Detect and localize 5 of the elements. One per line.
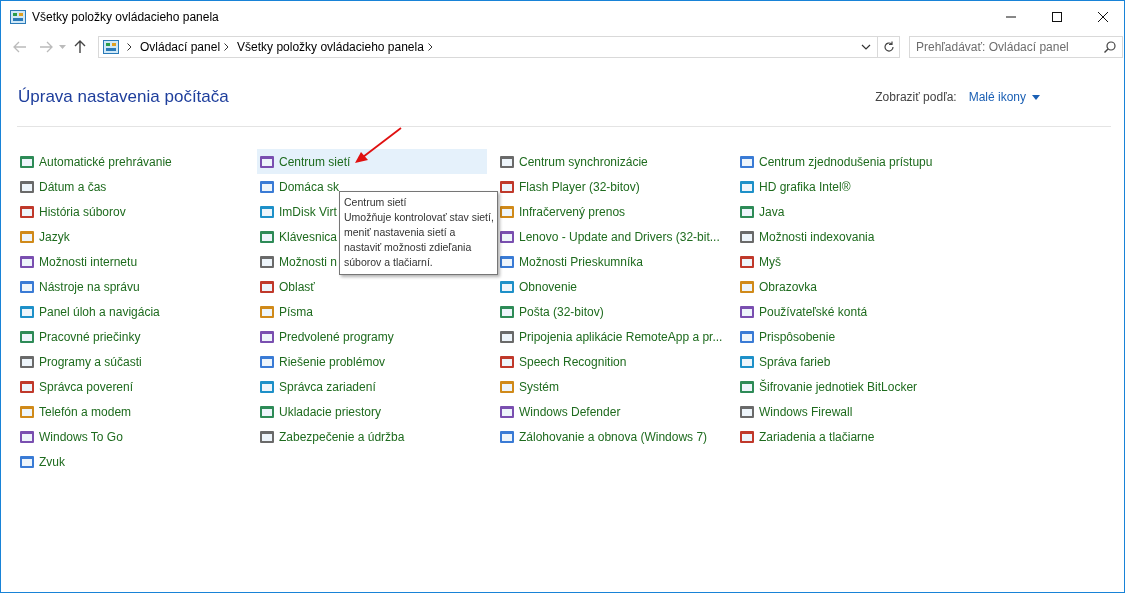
tooltip-text: Umožňuje kontrolovať stav sietí, meniť nastavenia sietí a nastaviť možnosti zdieľania súborov a tlačiarní. [344,210,495,270]
view-label: Zobraziť podľa: [875,90,957,104]
window-title: Všetky položky ovládacieho panela [32,9,219,24]
page-heading: Úprava nastavenia počítača [18,87,229,107]
tooltip-title: Centrum sietí [344,195,408,210]
